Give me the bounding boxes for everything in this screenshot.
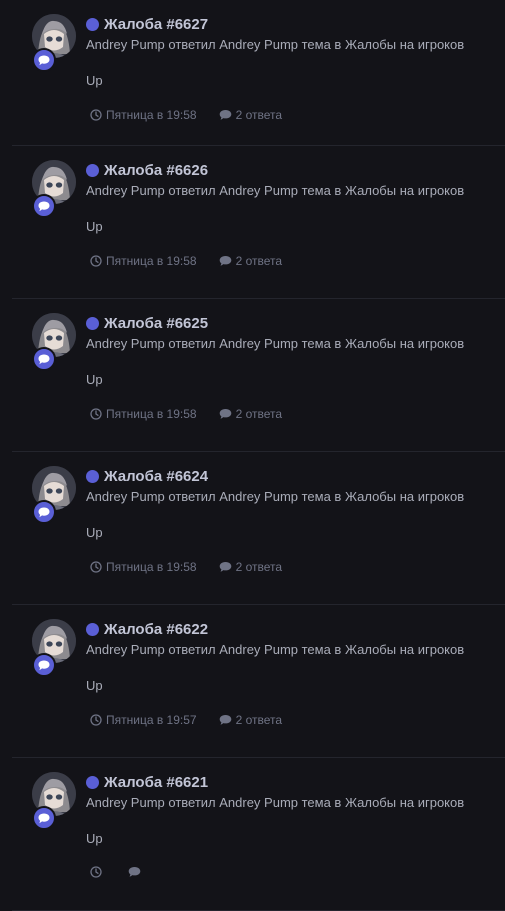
reply-count-text: 2 ответа	[235, 713, 283, 727]
reply-count-text: 2 ответа	[235, 560, 283, 574]
feed-item: Жалоба #6624 Andrey Pump ответил Andrey …	[12, 452, 505, 605]
feed-item: Жалоба #6626 Andrey Pump ответил Andrey …	[12, 146, 505, 299]
timestamp[interactable]: Пятница в 19:57	[90, 713, 197, 727]
chat-bubble-icon	[38, 354, 50, 364]
reply-badge	[32, 500, 56, 524]
item-content: Жалоба #6626 Andrey Pump ответил Andrey …	[86, 160, 505, 268]
comment-icon	[128, 867, 141, 877]
unread-dot	[86, 17, 99, 31]
feed-item: Жалоба #6622 Andrey Pump ответил Andrey …	[12, 605, 505, 758]
reply-count	[128, 866, 145, 878]
item-content: Жалоба #6624 Andrey Pump ответил Andrey …	[86, 466, 505, 574]
post-snippet: Up	[86, 831, 103, 846]
activity-description[interactable]: Andrey Pump ответил Andrey Pump тема в Ж…	[86, 182, 505, 200]
thread-title[interactable]: Жалоба #6624	[104, 468, 208, 485]
item-content: Жалоба #6621 Andrey Pump ответил Andrey …	[86, 772, 505, 878]
timestamp-text: Пятница в 19:57	[106, 713, 197, 727]
item-meta: Пятница в 19:58 2 ответа	[90, 407, 505, 421]
timestamp-text: Пятница в 19:58	[106, 560, 197, 574]
clock-icon	[90, 866, 102, 878]
thread-title[interactable]: Жалоба #6625	[104, 315, 208, 332]
reply-count-text: 2 ответа	[235, 108, 283, 122]
post-snippet: Up	[86, 372, 103, 387]
activity-description[interactable]: Andrey Pump ответил Andrey Pump тема в Ж…	[86, 36, 505, 54]
unread-dot	[86, 163, 99, 177]
feed-item: Жалоба #6627 Andrey Pump ответил Andrey …	[12, 0, 505, 146]
clock-icon	[90, 714, 102, 726]
timestamp[interactable]: Пятница в 19:58	[90, 254, 197, 268]
title-row: Жалоба #6621	[86, 772, 505, 792]
unread-dot	[86, 775, 99, 789]
post-snippet: Up	[86, 525, 103, 540]
item-meta: Пятница в 19:58 2 ответа	[90, 254, 505, 268]
thread-title[interactable]: Жалоба #6627	[104, 16, 208, 33]
unread-dot	[86, 622, 99, 636]
reply-count-text: 2 ответа	[235, 407, 283, 421]
unread-dot	[86, 469, 99, 483]
timestamp[interactable]	[90, 866, 106, 878]
post-snippet: Up	[86, 219, 103, 234]
activity-description[interactable]: Andrey Pump ответил Andrey Pump тема в Ж…	[86, 794, 505, 812]
title-row: Жалоба #6625	[86, 313, 505, 333]
item-content: Жалоба #6622 Andrey Pump ответил Andrey …	[86, 619, 505, 727]
clock-icon	[90, 109, 102, 121]
title-row: Жалоба #6627	[86, 14, 505, 34]
item-content: Жалоба #6627 Andrey Pump ответил Andrey …	[86, 14, 505, 122]
activity-description[interactable]: Andrey Pump ответил Andrey Pump тема в Ж…	[86, 488, 505, 506]
activity-feed: Жалоба #6627 Andrey Pump ответил Andrey …	[0, 0, 505, 911]
feed-item: Жалоба #6621 Andrey Pump ответил Andrey …	[12, 758, 505, 911]
comment-icon	[219, 409, 231, 419]
reply-count: 2 ответа	[219, 108, 282, 122]
reply-badge	[32, 48, 56, 72]
activity-description[interactable]: Andrey Pump ответил Andrey Pump тема в Ж…	[86, 641, 505, 659]
timestamp[interactable]: Пятница в 19:58	[90, 560, 197, 574]
chat-bubble-icon	[38, 201, 50, 211]
chat-bubble-icon	[38, 55, 50, 65]
reply-badge	[32, 653, 56, 677]
chat-bubble-icon	[38, 660, 50, 670]
comment-icon	[219, 562, 231, 572]
timestamp-text: Пятница в 19:58	[106, 108, 197, 122]
item-meta: Пятница в 19:58 2 ответа	[90, 108, 505, 122]
reply-badge	[32, 347, 56, 371]
post-snippet: Up	[86, 678, 103, 693]
unread-dot	[86, 316, 99, 330]
item-content: Жалоба #6625 Andrey Pump ответил Andrey …	[86, 313, 505, 421]
reply-count-text: 2 ответа	[235, 254, 283, 268]
chat-bubble-icon	[38, 813, 50, 823]
reply-count: 2 ответа	[219, 407, 282, 421]
timestamp[interactable]: Пятница в 19:58	[90, 407, 197, 421]
chat-bubble-icon	[38, 507, 50, 517]
item-meta: Пятница в 19:57 2 ответа	[90, 713, 505, 727]
comment-icon	[219, 715, 231, 725]
item-meta	[90, 866, 505, 878]
title-row: Жалоба #6626	[86, 160, 505, 180]
title-row: Жалоба #6624	[86, 466, 505, 486]
reply-count: 2 ответа	[219, 254, 282, 268]
post-snippet: Up	[86, 73, 103, 88]
reply-badge	[32, 194, 56, 218]
timestamp[interactable]: Пятница в 19:58	[90, 108, 197, 122]
reply-badge	[32, 806, 56, 830]
timestamp-text: Пятница в 19:58	[106, 254, 197, 268]
clock-icon	[90, 408, 102, 420]
feed-item: Жалоба #6625 Andrey Pump ответил Andrey …	[12, 299, 505, 452]
clock-icon	[90, 561, 102, 573]
thread-title[interactable]: Жалоба #6621	[104, 774, 208, 791]
timestamp-text: Пятница в 19:58	[106, 407, 197, 421]
reply-count: 2 ответа	[219, 713, 282, 727]
comment-icon	[219, 256, 231, 266]
activity-description[interactable]: Andrey Pump ответил Andrey Pump тема в Ж…	[86, 335, 505, 353]
clock-icon	[90, 255, 102, 267]
comment-icon	[219, 110, 231, 120]
title-row: Жалоба #6622	[86, 619, 505, 639]
reply-count: 2 ответа	[219, 560, 282, 574]
thread-title[interactable]: Жалоба #6622	[104, 621, 208, 638]
item-meta: Пятница в 19:58 2 ответа	[90, 560, 505, 574]
thread-title[interactable]: Жалоба #6626	[104, 162, 208, 179]
